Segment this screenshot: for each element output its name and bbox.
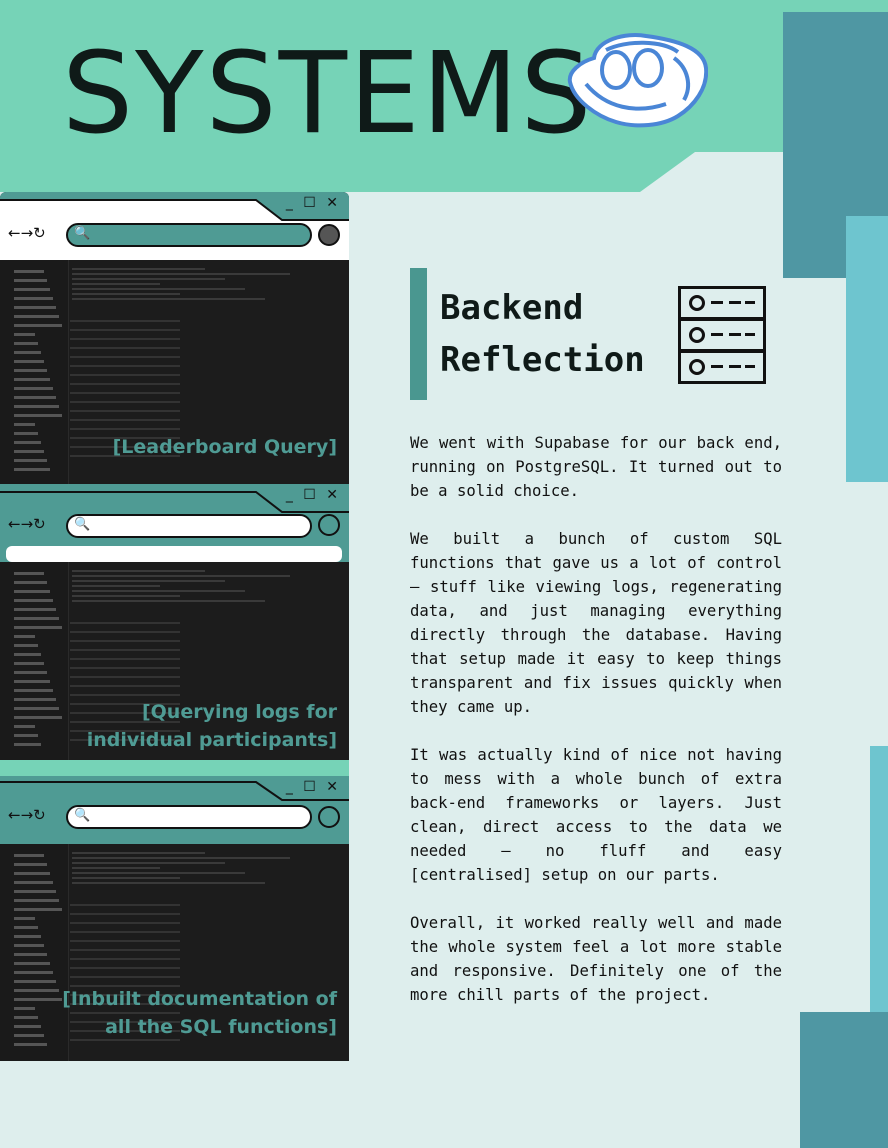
menu-dot-icon[interactable] <box>318 514 340 536</box>
browser-chrome: _ ☐ ✕ ←→↻ 🔍 <box>0 484 349 562</box>
search-icon: 🔍 <box>74 226 91 241</box>
paragraph: We built a bunch of custom SQL functions… <box>410 530 782 716</box>
menu-dot-icon[interactable] <box>318 806 340 828</box>
address-bar[interactable]: 🔍 <box>66 223 312 247</box>
paragraph: Overall, it worked really well and made … <box>410 914 782 1004</box>
section-title-line: Backend <box>440 288 584 328</box>
paragraph: It was actually kind of nice not having … <box>410 746 782 884</box>
sidebar <box>0 260 69 484</box>
nav-arrows[interactable]: ←→↻ <box>8 515 46 533</box>
browser-window-leaderboard: _ ☐ ✕ ←→↻ 🔍 [Leaderboard Query] <box>0 192 349 484</box>
page-title: SYSTEMS <box>62 29 594 159</box>
address-bar[interactable]: 🔍 <box>66 805 312 829</box>
window-controls[interactable]: _ ☐ ✕ <box>286 195 341 211</box>
caption-logs: [Querying logs for individual participan… <box>87 698 337 754</box>
body-text: We went with Supabase for our back end, … <box>410 431 782 1031</box>
sidebar <box>0 844 69 1061</box>
caption-line: all the SQL functions] <box>105 1016 337 1038</box>
nav-arrows[interactable]: ←→↻ <box>8 224 46 242</box>
menu-dot-icon[interactable] <box>318 224 340 246</box>
browser-window-docs: _ ☐ ✕ ←→↻ 🔍 [Inbuilt documentation of al… <box>0 776 349 1061</box>
search-icon: 🔍 <box>74 808 91 823</box>
paragraph: We went with Supabase for our back end, … <box>410 434 782 500</box>
nav-arrows[interactable]: ←→↻ <box>8 806 46 824</box>
caption-line: [Inbuilt documentation of <box>62 988 337 1010</box>
caption-line: [Querying logs for <box>141 701 337 723</box>
section-title: Backend Reflection <box>440 282 645 386</box>
window-controls[interactable]: _ ☐ ✕ <box>286 779 341 795</box>
mascot-logo <box>567 33 708 128</box>
address-bar[interactable]: 🔍 <box>66 514 312 538</box>
browser-chrome: _ ☐ ✕ ←→↻ 🔍 <box>0 192 349 260</box>
window-controls[interactable]: _ ☐ ✕ <box>286 487 341 503</box>
caption-line: individual participants] <box>86 729 337 751</box>
section-title-line: Reflection <box>440 340 645 380</box>
search-icon: 🔍 <box>74 517 91 532</box>
browser-window-logs: _ ☐ ✕ ←→↻ 🔍 [Querying logs for individua… <box>0 484 349 760</box>
sidebar <box>0 562 69 760</box>
caption-docs: [Inbuilt documentation of all the SQL fu… <box>62 985 337 1041</box>
caption-leaderboard: [Leaderboard Query] <box>113 433 337 461</box>
accent-bar <box>410 268 427 400</box>
browser-chrome: _ ☐ ✕ ←→↻ 🔍 <box>0 776 349 844</box>
caption-line: [Leaderboard Query] <box>112 436 337 458</box>
